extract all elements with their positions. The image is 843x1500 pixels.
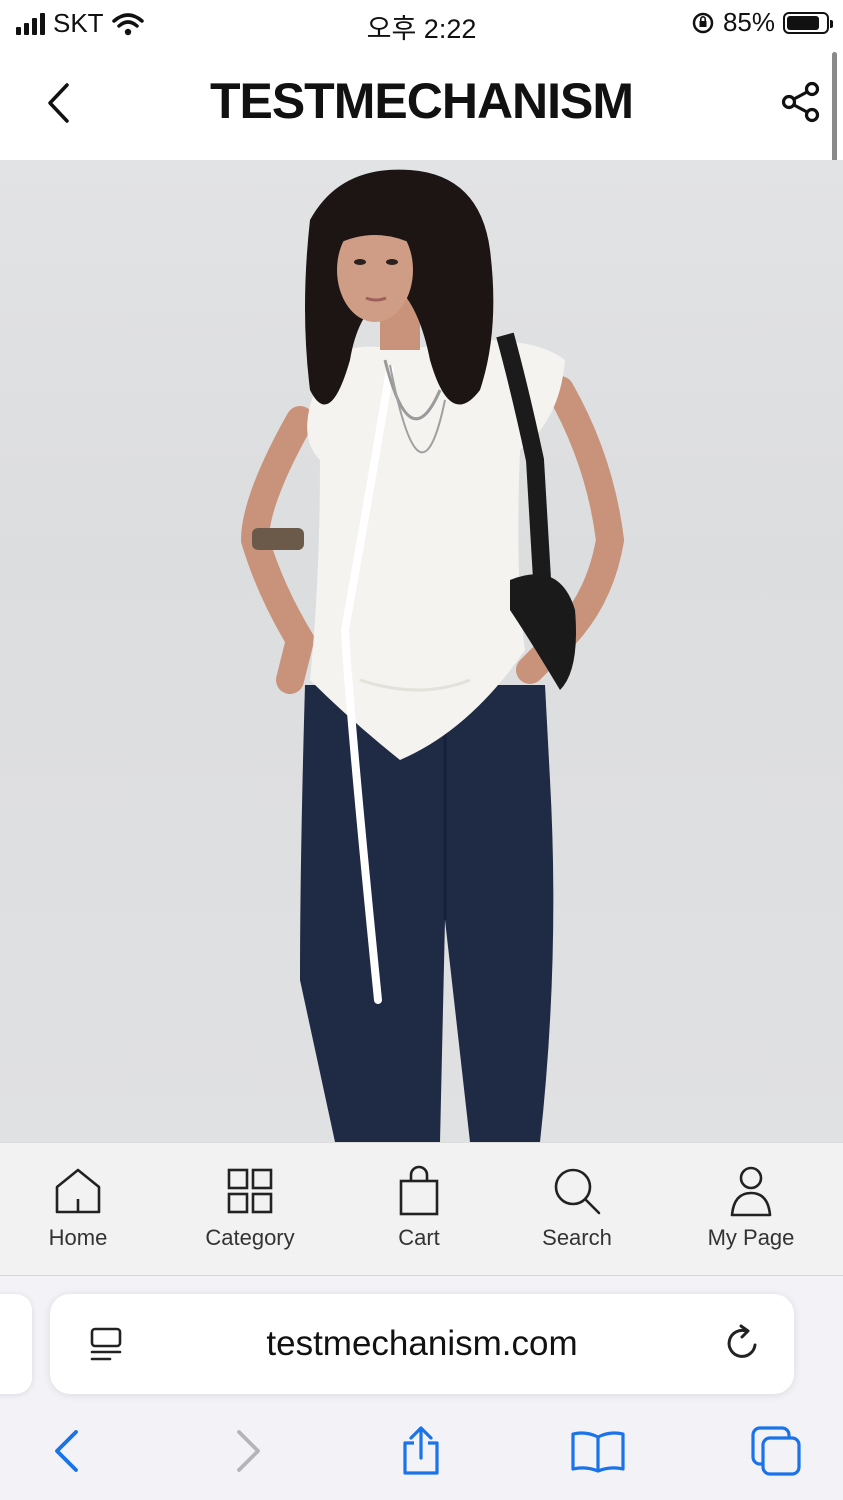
battery-icon [783, 11, 833, 34]
previous-tab-preview[interactable] [0, 1294, 32, 1394]
bag-icon [399, 1165, 439, 1216]
nav-cart[interactable]: Cart [344, 1165, 494, 1251]
status-bar: SKT 오후 2:22 85% [0, 0, 843, 50]
user-icon [730, 1166, 772, 1217]
share-icon [781, 81, 820, 123]
chevron-left-icon [55, 1430, 78, 1472]
reload-icon[interactable] [722, 1322, 764, 1364]
nav-cart-label: Cart [398, 1225, 440, 1250]
browser-bookmarks-button[interactable] [568, 1421, 628, 1481]
nav-home-label: Home [48, 1225, 108, 1250]
url-text[interactable]: testmechanism.com [50, 1324, 794, 1364]
browser-back-button[interactable] [36, 1421, 96, 1481]
nav-my-page-label: My Page [707, 1225, 795, 1250]
nav-category-label: Category [205, 1225, 295, 1250]
orientation-lock-icon [692, 12, 714, 33]
page-title: TESTMECHANISM [209, 73, 634, 129]
tabs-icon [751, 1426, 801, 1476]
share-up-icon [403, 1426, 439, 1475]
nav-category[interactable]: Category [175, 1165, 325, 1251]
nav-my-page[interactable]: My Page [676, 1165, 826, 1251]
home-icon [55, 1168, 101, 1214]
chevron-right-icon [237, 1430, 260, 1472]
model-photo [240, 169, 625, 1142]
nav-home[interactable]: Home [3, 1165, 153, 1251]
book-icon [571, 1431, 625, 1473]
share-button[interactable] [777, 78, 825, 126]
bottom-nav: Home Category Cart Search My Page [0, 1142, 843, 1276]
product-hero-image [0, 160, 843, 1142]
address-bar[interactable]: testmechanism.com [50, 1294, 794, 1394]
nav-search-label: Search [542, 1225, 612, 1250]
browser-tabs-button[interactable] [746, 1421, 806, 1481]
search-icon [554, 1168, 601, 1215]
app-header: TESTMECHANISM [0, 50, 843, 160]
grid-icon [227, 1168, 273, 1214]
browser-forward-button[interactable] [218, 1421, 278, 1481]
battery-percent: 85% [722, 7, 775, 37]
nav-search[interactable]: Search [502, 1165, 652, 1251]
browser-toolbar: testmechanism.com [0, 1276, 843, 1500]
browser-share-button[interactable] [391, 1421, 451, 1481]
